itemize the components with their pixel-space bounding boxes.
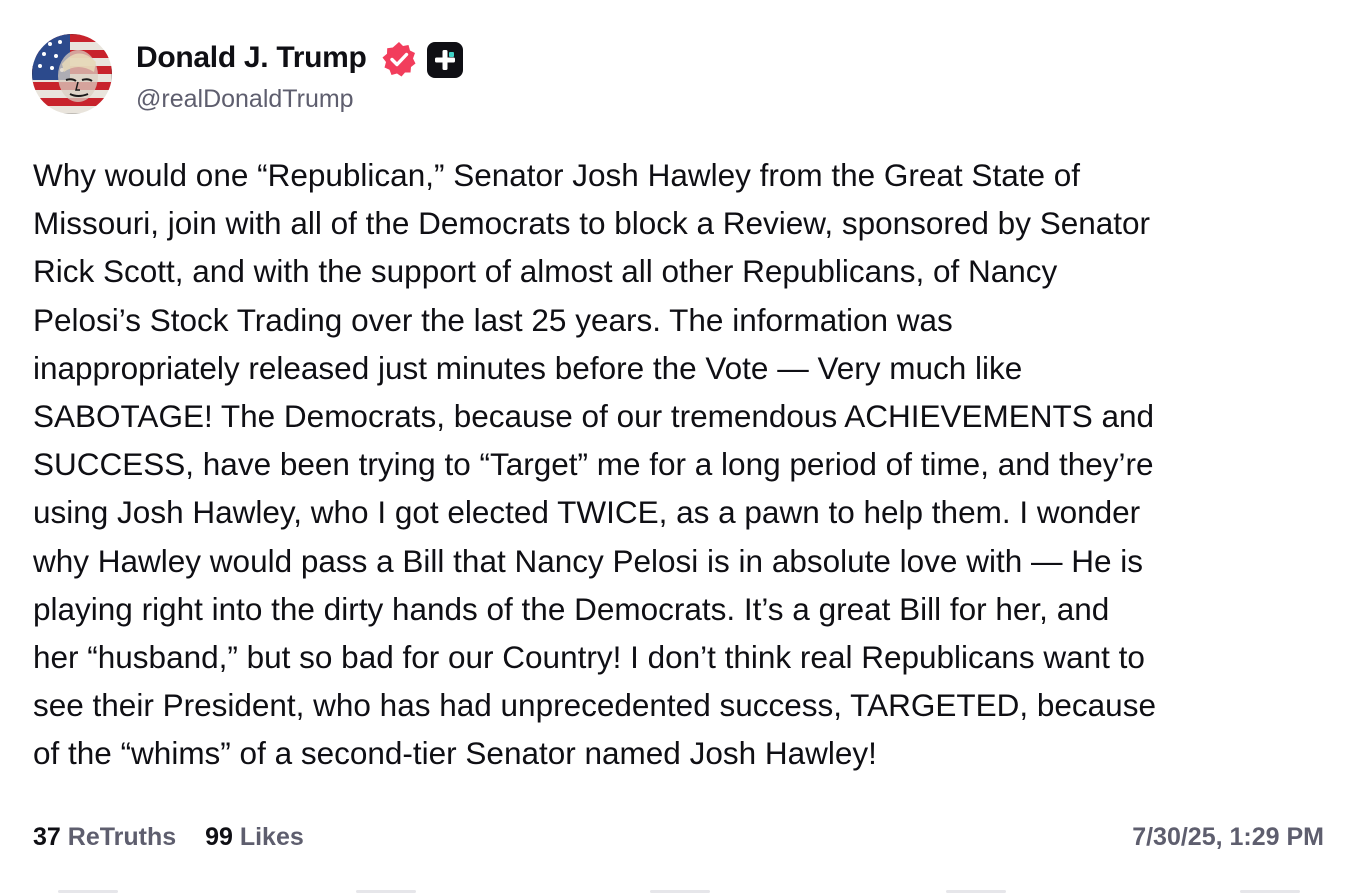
post-text-line: see their President, who has had unprece… [33, 687, 1156, 724]
post-text-line: her “husband,” but so bad for our Countr… [33, 639, 1145, 676]
author-display-name[interactable]: Donald J. Trump [136, 40, 367, 76]
post-text-line: Why would one “Republican,” Senator Josh… [33, 157, 1081, 193]
post-text-line: of the “whims” of a second-tier Senator … [33, 735, 877, 772]
truth-post: Donald J. Trump @realDonaldTrump Why wou… [0, 0, 1356, 895]
action-bar-hint [0, 886, 1356, 895]
post-content: Why would one “Republican,” Senator Josh… [33, 151, 1333, 778]
divider [356, 890, 416, 893]
truth-plus-icon [427, 42, 463, 78]
verified-badge-icon [382, 42, 416, 77]
divider [650, 890, 710, 893]
post-text-line: playing right into the dirty hands of th… [33, 590, 1110, 627]
likes-stat[interactable]: 99 Likes [205, 822, 304, 852]
post-text-line: Rick Scott, and with the support of almo… [33, 253, 1058, 290]
post-text-line: Missouri, join with all of the Democrats… [33, 205, 1151, 242]
post-text-line: why Hawley would pass a Bill that Nancy … [33, 542, 1143, 579]
likes-label: Likes [239, 823, 304, 851]
author-handle[interactable]: @realDonaldTrump [136, 84, 354, 114]
avatar[interactable] [32, 34, 112, 114]
post-text-line: using Josh Hawley, who I got elected TWI… [33, 494, 1141, 531]
likes-count: 99 [205, 823, 233, 851]
post-text-line: inappropriately released just minutes be… [33, 349, 1023, 386]
post-text-line: Pelosi’s Stock Trading over the last 25 … [33, 301, 953, 338]
avatar-flag-portrait [32, 34, 112, 114]
retruths-count: 37 [33, 823, 61, 851]
divider [946, 890, 1006, 893]
post-timestamp[interactable]: 7/30/25, 1:29 PM [1132, 822, 1324, 852]
post-text-line: SABOTAGE! The Democrats, because of our … [33, 398, 1155, 435]
retruths-stat[interactable]: 37 ReTruths [33, 822, 176, 852]
retruths-label: ReTruths [67, 823, 177, 851]
post-text-line: SUCCESS, have been trying to “Target” me… [33, 446, 1154, 483]
post-stats: 37 ReTruths 99 Likes [33, 822, 326, 852]
divider [1240, 890, 1300, 893]
divider [58, 890, 118, 893]
